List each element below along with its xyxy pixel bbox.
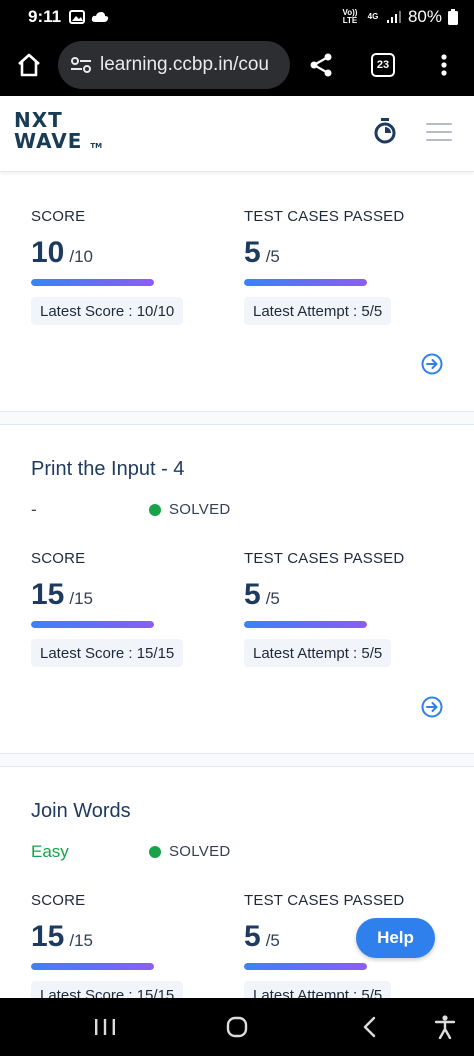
hamburger-icon: [426, 123, 452, 125]
status-time: 9:11: [28, 7, 62, 26]
score-label: SCORE: [31, 208, 86, 225]
share-button[interactable]: [290, 52, 352, 78]
address-bar[interactable]: learning.ccbp.in/cou: [58, 41, 290, 89]
progress-fill: [244, 621, 367, 628]
back-chevron-icon: [363, 1016, 376, 1038]
accessibility-icon: [434, 1015, 456, 1040]
accessibility-button[interactable]: [434, 1015, 456, 1044]
recent-apps-icon: [95, 1019, 115, 1035]
problem-list: SCORE 10/10 Latest Score : 10/10 TEST CA…: [0, 172, 474, 998]
stopwatch-icon: [374, 118, 396, 144]
network-indicator: 4G: [367, 12, 379, 21]
test-cases-progress-bar: [244, 963, 367, 970]
score-label: SCORE: [31, 550, 86, 567]
gallery-icon: [69, 10, 86, 24]
score-value: 15/15: [31, 920, 94, 953]
score-label: SCORE: [31, 892, 86, 909]
cloud-icon: [91, 12, 109, 22]
section-divider: [0, 411, 474, 425]
timer-button[interactable]: [373, 118, 397, 149]
signal-icon: [386, 11, 401, 23]
battery-percent: 80%: [407, 7, 442, 26]
test-cases-value: 5/5: [244, 578, 280, 611]
score-progress-bar: [31, 963, 154, 970]
back-button[interactable]: [362, 1016, 376, 1043]
tabs-button[interactable]: 23: [352, 53, 414, 77]
problem-title[interactable]: Join Words: [31, 800, 131, 823]
test-cases-progress-bar: [244, 279, 367, 286]
status-badge: SOLVED: [149, 843, 231, 860]
solved-dot-icon: [149, 845, 161, 858]
open-problem-button[interactable]: [421, 353, 443, 380]
system-nav-bar: [0, 998, 474, 1056]
menu-button[interactable]: [426, 123, 452, 147]
more-vert-icon: [441, 54, 447, 76]
problem-title[interactable]: Print the Input - 4: [31, 458, 184, 481]
latest-score-chip: Latest Score : 10/10: [31, 297, 184, 325]
latest-score-chip: Latest Score : 15/15: [31, 639, 184, 667]
arrow-circle-right-icon: [421, 353, 443, 375]
app-header: NXT WAVE TM: [0, 96, 474, 172]
battery-icon: [448, 9, 458, 25]
score-progress-bar: [31, 279, 154, 286]
test-cases-value: 5/5: [244, 236, 280, 269]
share-icon: [310, 53, 332, 77]
test-cases-progress-bar: [244, 621, 367, 628]
browser-menu-button[interactable]: [414, 53, 474, 77]
tab-count: 23: [371, 53, 395, 77]
url-text: learning.ccbp.in/cou: [100, 54, 269, 75]
latest-attempt-chip: Latest Attempt : 5/5: [244, 639, 392, 667]
home-icon: [18, 53, 40, 77]
section-divider: [0, 753, 474, 767]
browser-toolbar: learning.ccbp.in/cou 23: [0, 34, 474, 96]
recent-apps-button[interactable]: [94, 1018, 116, 1041]
open-problem-button[interactable]: [421, 696, 443, 723]
arrow-circle-right-icon: [421, 696, 443, 718]
progress-fill: [31, 963, 154, 970]
site-settings-icon[interactable]: [70, 55, 92, 75]
progress-fill: [244, 963, 367, 970]
difficulty-label: Easy: [31, 842, 69, 861]
help-button[interactable]: Help: [356, 918, 435, 958]
score-value: 10/10: [31, 236, 94, 269]
test-cases-value: 5/5: [244, 920, 280, 953]
nxtwave-logo[interactable]: NXT WAVE TM: [14, 110, 102, 157]
test-cases-label: TEST CASES PASSED: [244, 550, 405, 567]
problem-card: SCORE 10/10 Latest Score : 10/10 TEST CA…: [0, 172, 474, 412]
progress-fill: [31, 279, 154, 286]
home-circle-icon: [226, 1016, 248, 1038]
score-value: 15/15: [31, 578, 94, 611]
latest-score-chip: Latest Score : 15/15: [31, 981, 184, 998]
home-button[interactable]: [0, 52, 58, 78]
latest-attempt-chip: Latest Attempt : 5/5: [244, 297, 392, 325]
volte-indicator: Vo)) LTE: [342, 8, 358, 25]
problem-card: Print the Input - 4 - SOLVED SCORE 15/15…: [0, 425, 474, 755]
problem-card: Join Words Easy SOLVED SCORE 15/15 Lates…: [0, 767, 474, 998]
solved-dot-icon: [149, 503, 161, 516]
progress-fill: [31, 621, 154, 628]
status-bar: 9:11 Vo)) LTE 4G 80%: [0, 0, 474, 34]
progress-fill: [244, 279, 367, 286]
difficulty-label: -: [31, 500, 37, 519]
score-progress-bar: [31, 621, 154, 628]
status-badge: SOLVED: [149, 501, 231, 518]
test-cases-label: TEST CASES PASSED: [244, 208, 405, 225]
latest-attempt-chip: Latest Attempt : 5/5: [244, 981, 392, 998]
home-nav-button[interactable]: [226, 1016, 248, 1043]
test-cases-label: TEST CASES PASSED: [244, 892, 405, 909]
